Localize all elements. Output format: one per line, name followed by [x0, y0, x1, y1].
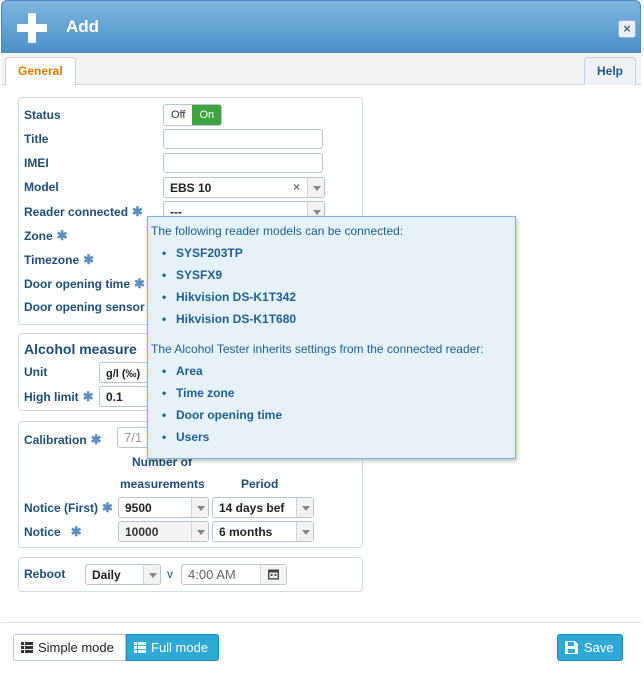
notice-first-period-select[interactable]: 14 days bef — [212, 497, 314, 518]
tooltip-inherited-item: Area — [162, 364, 203, 378]
notice-first-measurements-select[interactable]: 9500 — [118, 497, 209, 518]
tab-bar: General Help — [1, 53, 641, 86]
reboot-frequency-value: Daily — [92, 568, 121, 582]
close-icon[interactable]: × — [618, 20, 636, 38]
model-value: EBS 10 — [170, 181, 212, 195]
notice-measurements-select[interactable]: 10000 — [118, 521, 209, 542]
model-label: Model — [24, 180, 59, 194]
tooltip-model-item: Hikvision DS-K1T342 — [162, 290, 296, 304]
chevron-down-icon[interactable] — [296, 498, 313, 517]
zone-label: Zone ✱ — [24, 228, 68, 244]
high-limit-label: High limit ✱ — [24, 389, 94, 405]
tab-help[interactable]: Help — [583, 57, 636, 85]
dialog-titlebar: Add × — [1, 0, 641, 53]
door-sensor-label: Door opening sensor — [24, 300, 145, 314]
reboot-separator: v — [167, 567, 173, 581]
required-star-icon: ✱ — [90, 432, 102, 447]
tooltip-inherited-item: Time zone — [162, 386, 235, 400]
notice-first-label: Notice (First) ✱ — [24, 500, 113, 516]
dialog-title: Add — [66, 17, 100, 36]
zone-label-text: Zone — [24, 229, 53, 243]
column-header-measurements-2: measurements — [120, 477, 205, 491]
calendar-icon[interactable] — [260, 565, 286, 584]
high-limit-value: 0.1 — [106, 390, 123, 404]
title-input[interactable] — [163, 129, 323, 149]
reader-label: Reader connected ✱ — [24, 204, 143, 220]
reader-label-text: Reader connected — [24, 205, 129, 219]
required-star-icon: ✱ — [102, 500, 113, 515]
chevron-down-icon[interactable] — [296, 522, 313, 541]
column-header-period: Period — [241, 477, 279, 491]
required-star-icon: ✱ — [132, 204, 143, 219]
high-limit-label-text: High limit — [24, 390, 79, 404]
reboot-time-value: 4:00 AM — [188, 567, 236, 582]
required-star-icon: ✱ — [82, 389, 94, 404]
chevron-down-icon[interactable] — [191, 498, 208, 517]
required-star-icon: ✱ — [83, 252, 95, 267]
chevron-down-icon[interactable] — [307, 178, 324, 197]
reboot-label: Reboot — [24, 567, 66, 581]
save-button[interactable]: Save — [557, 634, 623, 661]
footer-divider — [1, 622, 641, 623]
save-label: Save — [584, 640, 614, 655]
door-time-label-text: Door opening time — [24, 277, 130, 291]
notice-label: Notice ✱ — [24, 524, 82, 540]
tooltip-model-item: SYSFX9 — [162, 268, 222, 282]
required-star-icon: ✱ — [56, 228, 68, 243]
status-toggle[interactable]: Off On — [163, 104, 223, 126]
status-off-option[interactable]: Off — [164, 105, 193, 125]
clear-icon[interactable]: × — [293, 180, 300, 194]
simple-mode-label: Simple mode — [38, 640, 114, 655]
chevron-down-icon[interactable] — [191, 522, 208, 541]
list-icon — [21, 642, 33, 653]
notice-first-label-text: Notice (First) — [24, 501, 99, 515]
tooltip-inherited-item: Door opening time — [162, 408, 282, 422]
notice-first-period-value: 14 days bef — [219, 501, 285, 515]
plus-icon — [17, 13, 47, 43]
imei-input[interactable] — [163, 153, 323, 173]
unit-value: g/l (‰) — [106, 368, 141, 380]
status-on-option[interactable]: On — [192, 105, 222, 125]
tooltip-model-item: SYSF203TP — [162, 246, 243, 260]
tooltip-intro: The following reader models can be conne… — [151, 224, 404, 238]
required-star-icon: ✱ — [134, 276, 145, 291]
status-label: Status — [24, 108, 61, 122]
title-label: Title — [24, 132, 49, 146]
door-time-label: Door opening time ✱ — [24, 276, 145, 292]
reboot-frequency-select[interactable]: Daily — [85, 564, 161, 585]
tab-general[interactable]: General — [5, 57, 76, 86]
calibration-label: Calibration ✱ — [24, 432, 102, 448]
notice-label-text: Notice — [24, 525, 61, 539]
timezone-label: Timezone ✱ — [24, 252, 94, 268]
tooltip-inherit-intro: The Alcohol Tester inherits settings fro… — [151, 342, 484, 356]
notice-first-measurements-value: 9500 — [125, 501, 152, 515]
timezone-label-text: Timezone — [24, 253, 80, 267]
tooltip-inherited-item: Users — [162, 430, 210, 444]
list-icon — [134, 642, 146, 653]
simple-mode-button[interactable]: Simple mode — [13, 634, 126, 661]
reboot-time-input[interactable]: 4:00 AM — [181, 564, 287, 585]
notice-measurements-value: 10000 — [125, 525, 159, 539]
model-select[interactable]: EBS 10 × — [163, 177, 325, 198]
calibration-label-text: Calibration — [24, 433, 87, 447]
notice-period-select[interactable]: 6 months — [212, 521, 314, 542]
notice-period-value: 6 months — [219, 525, 273, 539]
imei-label: IMEI — [24, 156, 49, 170]
required-star-icon: ✱ — [70, 524, 82, 539]
full-mode-button[interactable]: Full mode — [126, 634, 219, 661]
full-mode-label: Full mode — [151, 640, 209, 655]
chevron-down-icon[interactable] — [143, 565, 160, 584]
tooltip-model-item: Hikvision DS-K1T680 — [162, 312, 296, 326]
unit-label: Unit — [24, 365, 48, 379]
floppy-disk-icon — [565, 641, 578, 654]
reader-help-tooltip: The following reader models can be conne… — [147, 216, 516, 459]
alcohol-section-title: Alcohol measure — [24, 341, 137, 357]
